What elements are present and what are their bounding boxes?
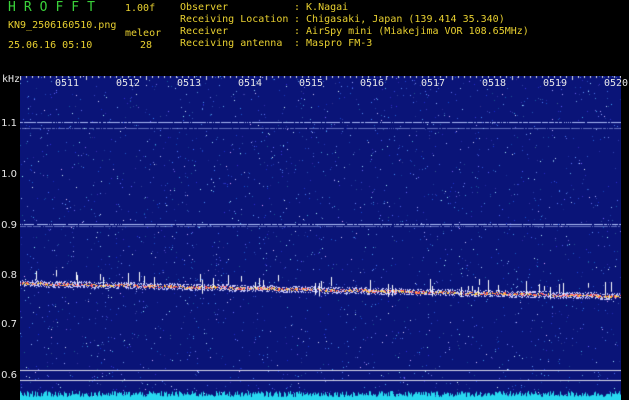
info-row-observer: Observer : K.Nagai: [180, 2, 348, 14]
info-key: Receiver: [180, 26, 229, 37]
time-tick-label: 0513: [177, 78, 202, 89]
frequency-tick-label: 0.9: [1, 220, 17, 231]
frequency-tick-label: 1.1: [1, 118, 17, 129]
frequency-tick-label: 1.0: [1, 169, 17, 180]
info-value: : Chigasaki, Japan (139.414 35.340): [294, 14, 505, 25]
time-tick-label: 0514: [238, 78, 263, 89]
info-row-receiver: Receiver : AirSpy mini (Miakejima VOR 108…: [180, 26, 529, 38]
info-value: : K.Nagai: [294, 2, 349, 13]
file-name: KN9_2506160510.png: [8, 20, 117, 31]
info-key: Observer: [180, 2, 229, 13]
time-tick-label: 0515: [299, 78, 324, 89]
frequency-unit-label: kHz: [2, 74, 21, 85]
time-tick-label: 0519: [543, 78, 568, 89]
spectrogram-plot: [20, 76, 621, 400]
info-value: : Maspro FM-3: [294, 38, 373, 49]
meteor-counter-label: meleor: [125, 28, 162, 39]
time-tick-label: 0512: [116, 78, 141, 89]
time-tick-label: 0517: [421, 78, 446, 89]
frequency-tick-label: 0.8: [1, 270, 17, 281]
meteor-counter-value: 28: [140, 40, 153, 51]
time-tick-label: 0511: [55, 78, 80, 89]
app-version: 1.00f: [125, 3, 156, 14]
time-tick-label: 0520: [604, 78, 629, 89]
capture-datetime: 25.06.16 05:10: [8, 40, 93, 51]
info-row-antenna: Receiving antenna : Maspro FM-3: [180, 38, 372, 50]
frequency-tick-label: 0.7: [1, 319, 17, 330]
info-row-location: Receiving Location : Chigasaki, Japan (13…: [180, 14, 505, 26]
info-value: : AirSpy mini (Miakejima VOR 108.65MHz): [294, 26, 529, 37]
app-title: HROFFT: [8, 0, 103, 15]
time-tick-label: 0516: [360, 78, 385, 89]
info-key: Receiving antenna: [180, 38, 283, 49]
info-key: Receiving Location: [180, 14, 289, 25]
frequency-tick-label: 0.6: [1, 370, 17, 381]
time-tick-label: 0518: [482, 78, 507, 89]
